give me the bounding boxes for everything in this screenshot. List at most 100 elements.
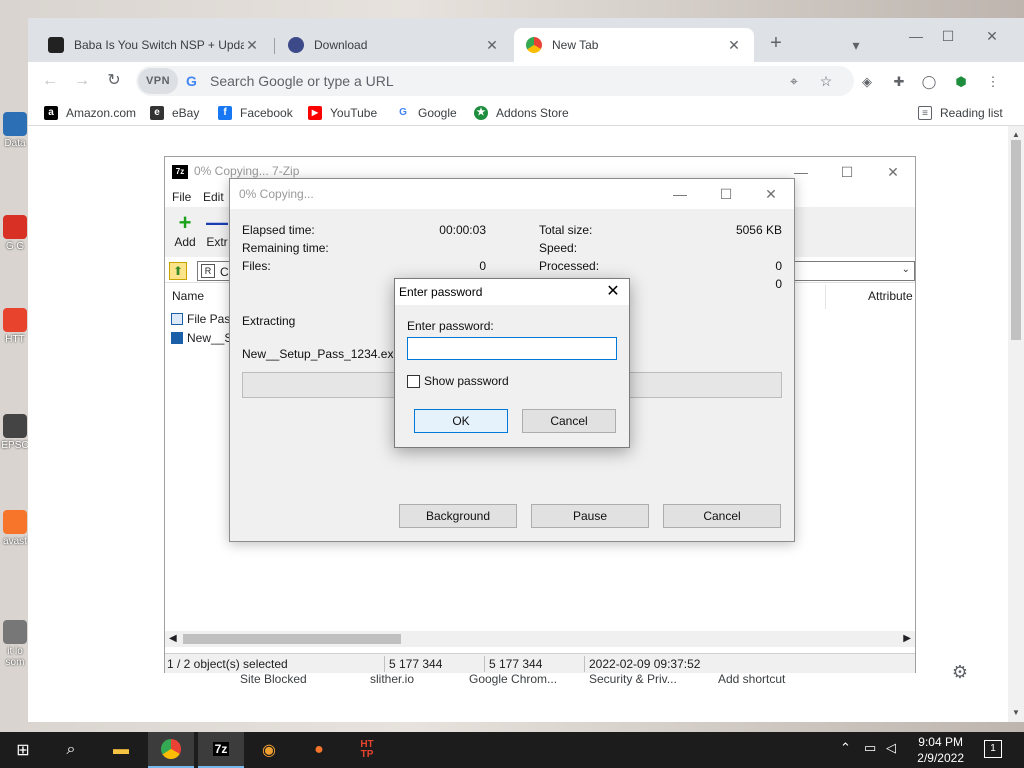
page-scrollbar[interactable]: ▲ ▼ <box>1008 126 1024 722</box>
cancel-button[interactable]: Cancel <box>663 504 781 528</box>
scroll-up-icon[interactable]: ▲ <box>1011 130 1021 140</box>
checkbox-box[interactable] <box>407 374 420 388</box>
minimize-icon[interactable]: — <box>906 26 926 46</box>
scroll-down-icon[interactable]: ▼ <box>1011 708 1021 718</box>
addons-icon: ★ <box>474 106 488 120</box>
scroll-right-icon[interactable]: ▶ <box>903 633 911 644</box>
bookmark-facebook[interactable]: f Facebook <box>218 104 293 122</box>
desktop-icon-g[interactable]: G G <box>0 215 30 252</box>
file-icon <box>3 620 27 644</box>
password-titlebar: Enter password ✕ <box>395 279 629 305</box>
column-separator[interactable] <box>825 285 826 309</box>
http-icon: HT TP <box>360 739 374 760</box>
maximize-icon[interactable]: ☐ <box>837 163 857 181</box>
vpn-badge[interactable]: VPN <box>138 68 178 94</box>
bookmark-amazon[interactable]: a Amazon.com <box>44 104 136 122</box>
shortcut-slither[interactable]: slither.io <box>370 672 414 686</box>
minimize-icon[interactable]: — <box>670 185 690 203</box>
tab-search-icon[interactable]: ▾ <box>846 35 866 55</box>
ok-button[interactable]: OK <box>414 409 508 433</box>
close-icon[interactable]: ✕ <box>726 37 742 54</box>
column-attribute[interactable]: Attribute <box>868 289 913 303</box>
maximize-icon[interactable]: ☐ <box>716 185 736 203</box>
bookmark-ebay[interactable]: e eBay <box>150 104 199 122</box>
menu-icon[interactable]: ⋮ <box>984 73 1002 91</box>
menu-edit[interactable]: Edit <box>203 190 224 204</box>
extract-button[interactable]: — Extr <box>205 213 229 249</box>
list-item[interactable]: File Pass <box>171 310 236 328</box>
new-tab-button[interactable]: + <box>766 33 786 53</box>
search-button[interactable]: ⌕ <box>48 732 94 768</box>
tab-new-tab[interactable]: New Tab ✕ <box>514 28 754 62</box>
taskbar-file-explorer[interactable]: ▬ <box>98 732 144 768</box>
network-icon[interactable]: ▭ <box>864 740 876 756</box>
taskbar-avast[interactable]: ● <box>296 732 342 768</box>
up-folder-icon[interactable]: ⬆ <box>169 262 187 280</box>
close-icon[interactable]: ✕ <box>244 37 260 54</box>
show-password-checkbox[interactable]: Show password <box>407 374 509 388</box>
bookmark-star-icon[interactable]: ☆ <box>818 73 834 89</box>
close-icon[interactable]: ✕ <box>883 163 903 181</box>
shortcut-security[interactable]: Security & Priv... <box>589 672 677 686</box>
customize-icon[interactable]: ⚙ <box>952 662 968 683</box>
background-button[interactable]: Background <box>399 504 517 528</box>
horizontal-scrollbar[interactable]: ◀ ▶ <box>165 631 915 647</box>
reading-list[interactable]: ≡ Reading list <box>918 104 1003 122</box>
maximize-icon[interactable]: ☐ <box>938 26 958 46</box>
files-label: Files: <box>242 259 271 273</box>
extensions-icon[interactable]: ✚ <box>890 73 908 91</box>
taskbar-brave[interactable]: ◉ <box>246 732 292 768</box>
globe-icon <box>288 37 304 53</box>
notification-icon[interactable]: 1 <box>984 740 1002 758</box>
omnibox-placeholder[interactable]: Search Google or type a URL <box>210 66 394 96</box>
back-icon[interactable]: ← <box>40 71 60 91</box>
volume-icon[interactable]: ◁ <box>886 740 896 756</box>
taskbar-7zip[interactable]: 7z <box>198 732 244 768</box>
desktop-icon-data[interactable]: Data <box>0 112 30 149</box>
shield-icon[interactable]: ⬢ <box>952 73 970 91</box>
shortcut-site-blocked[interactable]: Site Blocked <box>240 672 307 686</box>
cancel-button[interactable]: Cancel <box>522 409 616 433</box>
password-dialog: Enter password ✕ Enter password: Show pa… <box>394 278 630 448</box>
taskbar-http[interactable]: HT TP <box>344 732 390 768</box>
profile-icon[interactable]: ◯ <box>920 73 938 91</box>
bookmark-addons-store[interactable]: ★ Addons Store <box>474 104 569 122</box>
clock[interactable]: 9:04 PM 2/9/2022 <box>917 734 964 766</box>
desktop-icon-avast[interactable]: avast <box>0 510 30 547</box>
tab-download[interactable]: Download ✕ <box>276 28 512 62</box>
shortcut-google-chrome[interactable]: Google Chrom... <box>469 672 557 686</box>
adblock-icon[interactable]: ◈ <box>858 73 876 91</box>
list-item[interactable]: New__S <box>171 329 232 347</box>
shortcut-add[interactable]: Add shortcut <box>718 672 785 686</box>
desktop-icon-http[interactable]: HTT <box>0 308 30 345</box>
scroll-thumb[interactable] <box>1011 140 1021 340</box>
copying-titlebar: 0% Copying... — ☐ ✕ <box>230 179 794 209</box>
tab-baba-is-you[interactable]: Baba Is You Switch NSP + Updat ✕ <box>36 28 272 62</box>
close-icon[interactable]: ✕ <box>761 185 781 203</box>
start-button[interactable]: ⊞ <box>0 732 46 768</box>
column-name[interactable]: Name <box>172 289 204 303</box>
password-input[interactable] <box>407 337 617 360</box>
add-button[interactable]: + Add <box>165 212 205 250</box>
scroll-thumb[interactable] <box>183 634 401 644</box>
bookmark-youtube[interactable]: ▶ YouTube <box>308 104 377 122</box>
close-icon[interactable]: ✕ <box>484 37 500 54</box>
desktop-icon-file[interactable]: it lo som <box>0 620 30 668</box>
chevron-down-icon[interactable]: ⌄ <box>902 264 910 275</box>
bookmark-google[interactable]: G Google <box>396 104 457 122</box>
scroll-left-icon[interactable]: ◀ <box>169 633 177 644</box>
status-modified: 2022-02-09 09:37:52 <box>589 657 701 671</box>
chrome-icon <box>161 739 181 759</box>
close-window-icon[interactable]: ✕ <box>982 26 1002 46</box>
files-value: 0 <box>479 259 486 273</box>
close-icon[interactable]: ✕ <box>603 282 623 302</box>
chevron-up-icon[interactable]: ⌃ <box>840 740 851 756</box>
location-icon[interactable]: ⌖ <box>786 73 802 89</box>
omnibox[interactable]: VPN G Search Google or type a URL ⌖ ☆ <box>136 66 854 96</box>
desktop-icon-epson[interactable]: EPSC <box>0 414 30 451</box>
pause-button[interactable]: Pause <box>531 504 649 528</box>
taskbar-chrome[interactable] <box>148 732 194 768</box>
forward-icon[interactable]: → <box>72 71 92 91</box>
menu-file[interactable]: File <box>172 190 191 204</box>
reload-icon[interactable]: ↻ <box>104 71 124 91</box>
